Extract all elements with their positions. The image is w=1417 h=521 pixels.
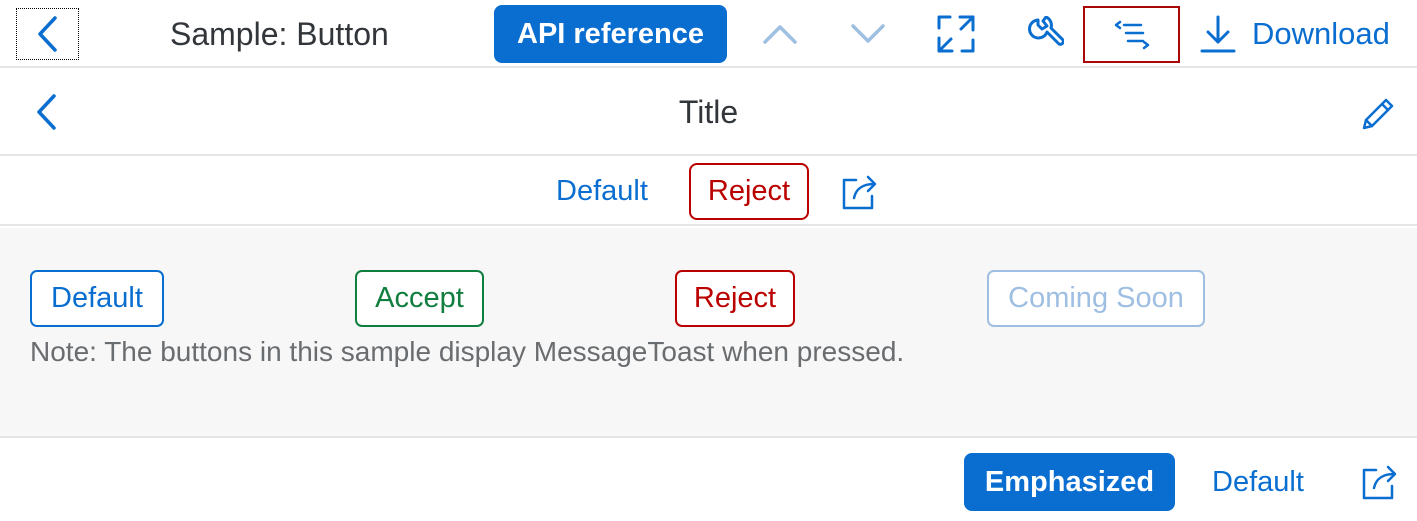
toolbar-reject-button[interactable]: Reject <box>689 163 809 220</box>
download-icon <box>1200 14 1236 54</box>
page-back-button[interactable] <box>32 92 64 132</box>
content-panel <box>0 228 1417 438</box>
next-sample-button[interactable] <box>848 18 888 50</box>
previous-sample-button[interactable] <box>760 18 800 50</box>
show-code-button[interactable] <box>1083 6 1180 63</box>
chevron-left-icon <box>37 16 57 52</box>
toolbar-default-button[interactable]: Default <box>540 163 664 219</box>
share-icon <box>1362 465 1397 500</box>
code-icon <box>1114 20 1149 49</box>
footer-default-button[interactable]: Default <box>1196 453 1320 511</box>
download-button[interactable]: Download <box>1200 12 1390 56</box>
edit-button[interactable] <box>1360 96 1396 132</box>
sample-title: Sample: Button <box>170 16 389 52</box>
back-button[interactable] <box>16 8 79 60</box>
toolbar-share-button[interactable] <box>840 172 880 212</box>
chevron-up-icon <box>763 25 797 44</box>
share-icon <box>842 175 877 210</box>
fullscreen-icon <box>937 15 975 53</box>
note-text: Note: The buttons in this sample display… <box>30 336 905 367</box>
page-title: Title <box>678 94 739 130</box>
reject-button[interactable]: Reject <box>675 270 795 327</box>
emphasized-button[interactable]: Emphasized <box>964 453 1175 511</box>
accept-button[interactable]: Accept <box>355 270 484 327</box>
wrench-icon <box>1028 16 1064 46</box>
chevron-left-icon <box>37 94 56 130</box>
api-reference-button[interactable]: API reference <box>494 5 727 63</box>
download-label: Download <box>1252 16 1390 51</box>
coming-soon-button: Coming Soon <box>987 270 1205 327</box>
chevron-down-icon <box>851 24 885 43</box>
default-button[interactable]: Default <box>30 270 164 327</box>
settings-button[interactable] <box>1024 16 1064 56</box>
pencil-icon <box>1362 98 1394 130</box>
fullscreen-button[interactable] <box>936 14 976 54</box>
footer-share-button[interactable] <box>1360 462 1400 502</box>
